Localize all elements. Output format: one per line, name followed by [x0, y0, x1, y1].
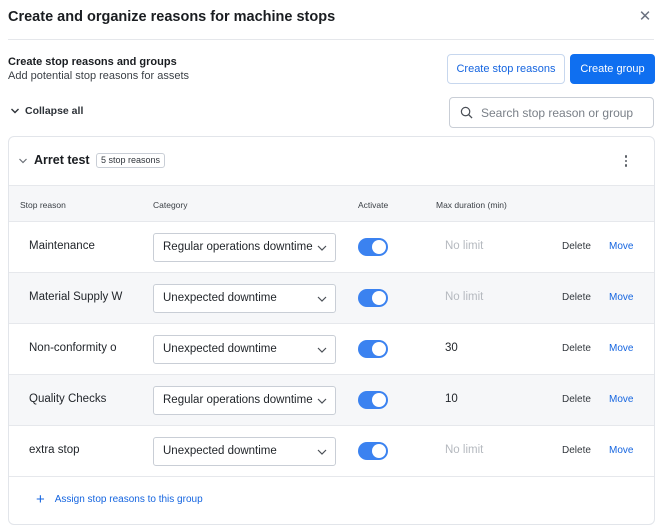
activate-toggle[interactable] — [358, 289, 388, 307]
activate-toggle[interactable] — [358, 391, 388, 409]
section-subtitle: Add potential stop reasons for assets — [8, 70, 189, 82]
activate-toggle[interactable] — [358, 340, 388, 358]
stop-reason-name: Maintenance — [29, 240, 95, 252]
chevron-down-icon — [317, 295, 327, 303]
activate-toggle[interactable] — [358, 238, 388, 256]
create-group-button[interactable]: Create group — [570, 54, 655, 84]
move-button[interactable]: Move — [609, 445, 633, 456]
table-row: extra stop Unexpected downtime No limit … — [9, 426, 654, 477]
assign-label: Assign stop reasons to this group — [54, 494, 203, 505]
table-header: Stop reason Category Activate Max durati… — [9, 185, 654, 222]
column-stop-reason: Stop reason — [20, 200, 66, 210]
modal-title: Create and organize reasons for machine … — [8, 9, 336, 25]
plus-icon: + — [36, 490, 45, 508]
search-input[interactable] — [481, 105, 641, 120]
assign-stop-reasons-button[interactable]: + Assign stop reasons to this group — [36, 490, 203, 508]
column-category: Category — [153, 200, 188, 210]
chevron-down-icon — [317, 397, 327, 405]
category-value: Unexpected downtime — [163, 445, 277, 457]
category-select[interactable]: Regular operations downtime — [153, 386, 336, 415]
table-row: Non-conformity o Unexpected downtime 30 … — [9, 324, 654, 375]
max-duration-value[interactable]: 10 — [445, 393, 458, 405]
move-button[interactable]: Move — [609, 241, 633, 252]
search-box[interactable] — [449, 97, 654, 128]
category-select[interactable]: Unexpected downtime — [153, 335, 336, 364]
activate-toggle[interactable] — [358, 442, 388, 460]
delete-button[interactable]: Delete — [562, 292, 591, 303]
stop-reason-name: extra stop — [29, 444, 80, 456]
stop-reason-count-badge: 5 stop reasons — [96, 153, 166, 168]
divider — [8, 39, 654, 40]
category-value: Unexpected downtime — [163, 292, 277, 304]
column-activate: Activate — [358, 200, 389, 210]
column-max-duration: Max duration (min) — [436, 200, 507, 210]
collapse-all-label: Collapse all — [25, 105, 84, 117]
move-button[interactable]: Move — [609, 394, 633, 405]
close-icon[interactable]: ✕ — [637, 8, 653, 26]
table-row: Maintenance Regular operations downtime … — [9, 222, 654, 273]
delete-button[interactable]: Delete — [562, 241, 591, 252]
category-value: Unexpected downtime — [163, 343, 277, 355]
delete-button[interactable]: Delete — [562, 343, 591, 354]
category-value: Regular operations downtime — [163, 394, 313, 406]
table-row: Quality Checks Regular operations downti… — [9, 375, 654, 426]
search-icon — [460, 106, 473, 119]
max-duration-value[interactable]: No limit — [445, 291, 483, 303]
group-header[interactable]: Arret test 5 stop reasons — [9, 137, 654, 185]
stop-reason-name: Non-conformity o — [29, 342, 117, 354]
create-stop-reasons-button[interactable]: Create stop reasons — [447, 54, 565, 84]
max-duration-value[interactable]: No limit — [445, 444, 483, 456]
group-card: Arret test 5 stop reasons Stop reason Ca… — [8, 136, 655, 525]
chevron-down-icon — [317, 346, 327, 354]
collapse-all-button[interactable]: Collapse all — [10, 105, 83, 117]
more-options-icon[interactable] — [621, 152, 631, 170]
category-value: Regular operations downtime — [163, 241, 313, 253]
delete-button[interactable]: Delete — [562, 394, 591, 405]
chevron-down-icon[interactable] — [18, 156, 28, 166]
section-title: Create stop reasons and groups — [8, 56, 177, 68]
stop-reason-name: Material Supply W — [29, 291, 123, 303]
table-row: Material Supply W Unexpected downtime No… — [9, 273, 654, 324]
chevron-down-icon — [317, 448, 327, 456]
stop-reason-name: Quality Checks — [29, 393, 107, 405]
category-select[interactable]: Regular operations downtime — [153, 233, 336, 262]
max-duration-value[interactable]: 30 — [445, 342, 458, 354]
chevron-down-icon — [317, 244, 327, 252]
group-name: Arret test — [34, 153, 90, 167]
move-button[interactable]: Move — [609, 343, 633, 354]
category-select[interactable]: Unexpected downtime — [153, 437, 336, 466]
chevron-down-icon — [11, 108, 19, 114]
move-button[interactable]: Move — [609, 292, 633, 303]
max-duration-value[interactable]: No limit — [445, 240, 483, 252]
delete-button[interactable]: Delete — [562, 445, 591, 456]
category-select[interactable]: Unexpected downtime — [153, 284, 336, 313]
